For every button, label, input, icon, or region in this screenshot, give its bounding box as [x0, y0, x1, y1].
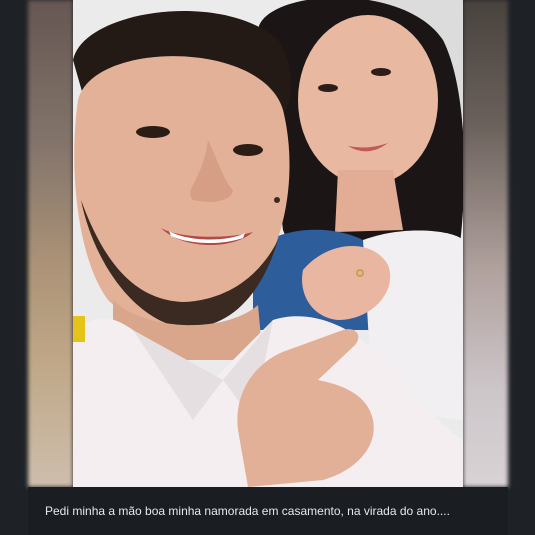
blurred-backdrop-right [463, 0, 508, 487]
post-photo[interactable] [73, 0, 463, 487]
post-caption: Pedi minha a mão boa minha namorada em c… [45, 504, 450, 518]
image-viewer: Pedi minha a mão boa minha namorada em c… [0, 0, 535, 535]
selfie-couple-illustration [73, 0, 463, 487]
blurred-backdrop-left [28, 0, 73, 487]
